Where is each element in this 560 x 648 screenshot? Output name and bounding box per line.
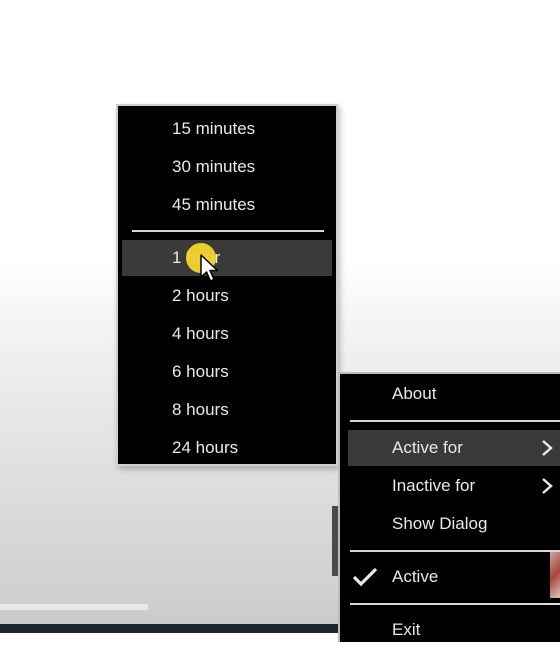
duration-submenu: 15 minutes 30 minutes 45 minutes 1 hour … [116,104,338,466]
menu-separator [350,603,560,605]
menu-item-label: Active [392,567,439,586]
chevron-right-icon [542,440,553,456]
menu-separator [350,550,560,552]
menu-item-4-hours[interactable]: 4 hours [122,316,332,352]
menu-item-6-hours[interactable]: 6 hours [122,354,332,390]
menu-item-show-dialog[interactable]: Show Dialog [348,506,560,542]
background-thumbnail [550,552,560,598]
menu-item-label: Inactive for [392,476,476,495]
menu-item-about[interactable]: About [348,376,560,412]
checkmark-icon [352,567,378,587]
menu-item-label: Active for [392,438,463,457]
chevron-right-icon [542,478,553,494]
menu-item-2-hours[interactable]: 2 hours [122,278,332,314]
menu-separator [132,230,324,232]
menu-item-active-for[interactable]: Active for [348,430,560,466]
menu-item-exit[interactable]: Exit [348,612,560,648]
tray-context-menu: About Active for Inactive for Show Dialo… [338,372,560,642]
menu-item-15-minutes[interactable]: 15 minutes [122,111,332,147]
menu-item-45-minutes[interactable]: 45 minutes [122,187,332,223]
menu-item-8-hours[interactable]: 8 hours [122,392,332,428]
menu-item-30-minutes[interactable]: 30 minutes [122,149,332,185]
menu-item-active[interactable]: Active [348,559,560,595]
menu-item-1-hour[interactable]: 1 hour [122,240,332,276]
menu-item-inactive-for[interactable]: Inactive for [348,468,560,504]
menu-item-24-hours[interactable]: 24 hours [122,430,332,466]
horizontal-scrollbar[interactable] [0,604,148,610]
mouse-pointer-icon [200,254,219,282]
menu-separator [350,420,560,422]
